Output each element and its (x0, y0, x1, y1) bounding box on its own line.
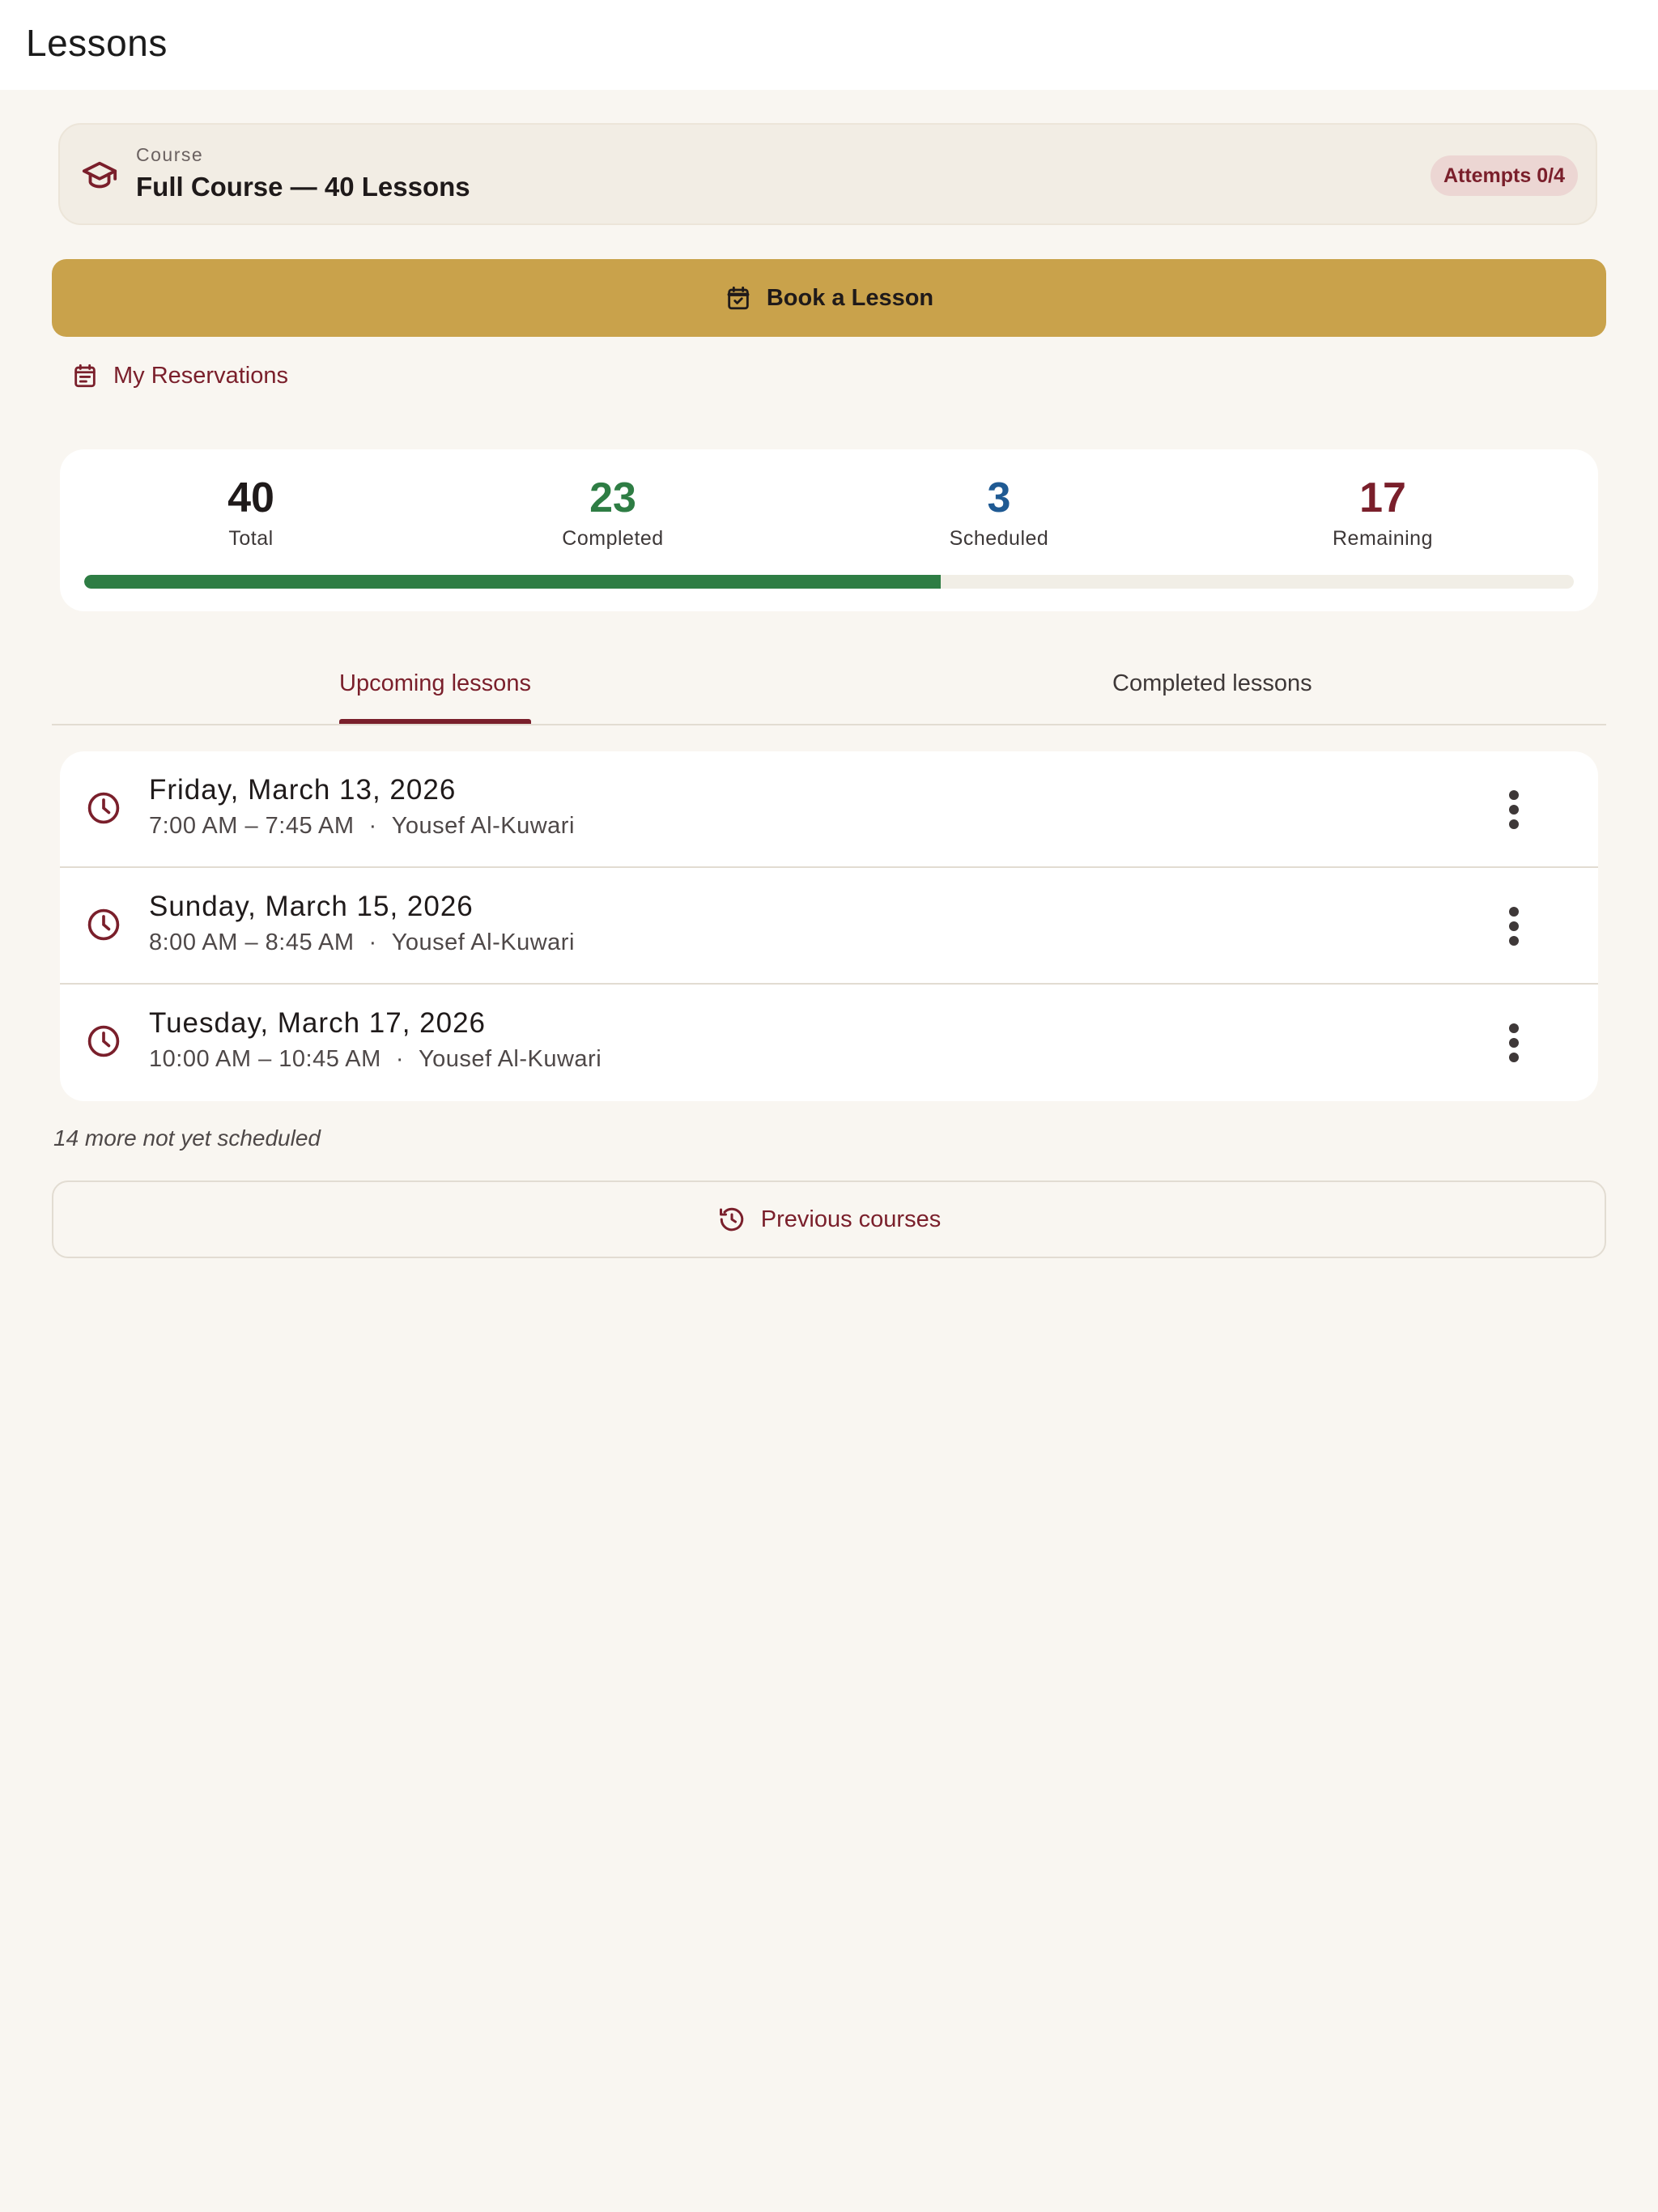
lesson-date: Tuesday, March 17, 2026 (149, 1007, 486, 1039)
stat-scheduled: 3 Scheduled (902, 474, 1096, 551)
stat-total: 40 Total (154, 474, 348, 551)
lesson-row[interactable]: Friday, March 13, 2026 7:00 AM – 7:45 AM… (60, 751, 1598, 868)
attempts-badge: Attempts 0/4 (1430, 155, 1578, 196)
top-app-bar: Lessons (0, 0, 1658, 90)
stat-remaining-value: 17 (1359, 474, 1406, 521)
lesson-time: 7:00 AM – 7:45 AM (149, 813, 355, 839)
more-options-icon[interactable] (1498, 904, 1530, 949)
stat-remaining-label: Remaining (1332, 527, 1433, 550)
stat-total-value: 40 (227, 474, 274, 521)
my-reservations-link[interactable]: My Reservations (71, 359, 288, 392)
progress-bar-fill (84, 575, 941, 589)
separator-dot: · (368, 929, 377, 955)
lesson-row[interactable]: Sunday, March 15, 2026 8:00 AM – 8:45 AM… (60, 868, 1598, 985)
course-label: Course (136, 144, 204, 165)
calendar-icon (74, 364, 96, 388)
lesson-meta: 10:00 AM – 10:45 AM · Yousef Al-Kuwari (149, 1046, 602, 1073)
stat-completed-value: 23 (589, 474, 636, 521)
lesson-instructor: Yousef Al-Kuwari (391, 813, 575, 839)
tab-upcoming-label: Upcoming lessons (339, 670, 531, 696)
lesson-date: Sunday, March 15, 2026 (149, 891, 474, 922)
tab-completed-lessons[interactable]: Completed lessons (1112, 657, 1312, 722)
stat-scheduled-value: 3 (987, 474, 1011, 521)
previous-courses-button[interactable]: Previous courses (52, 1180, 1606, 1258)
stat-completed: 23 Completed (516, 474, 710, 551)
progress-bar (84, 575, 1574, 589)
stat-remaining: 17 Remaining (1286, 474, 1480, 551)
clock-icon (87, 792, 120, 824)
tab-upcoming-lessons[interactable]: Upcoming lessons (339, 657, 531, 724)
calendar-check-icon (727, 286, 750, 310)
stat-completed-label: Completed (562, 527, 664, 550)
active-tab-indicator (339, 719, 531, 724)
tab-completed-label: Completed lessons (1112, 670, 1312, 696)
more-options-icon[interactable] (1498, 1020, 1530, 1066)
separator-dot: · (368, 813, 377, 839)
my-reservations-label: My Reservations (113, 362, 288, 389)
previous-courses-label: Previous courses (760, 1206, 942, 1232)
more-options-icon[interactable] (1498, 787, 1530, 832)
history-icon (719, 1207, 744, 1231)
not-scheduled-note: 14 more not yet scheduled (53, 1125, 321, 1151)
stat-scheduled-label: Scheduled (949, 527, 1049, 550)
upcoming-lessons-list: Friday, March 13, 2026 7:00 AM – 7:45 AM… (60, 751, 1598, 1101)
lesson-time: 8:00 AM – 8:45 AM (149, 929, 355, 955)
lesson-meta: 7:00 AM – 7:45 AM · Yousef Al-Kuwari (149, 813, 575, 840)
stats-card: 40 Total 23 Completed 3 Scheduled 17 Rem… (60, 449, 1598, 611)
clock-icon (87, 1025, 120, 1057)
page-title: Lessons (26, 22, 168, 64)
lesson-meta: 8:00 AM – 8:45 AM · Yousef Al-Kuwari (149, 929, 575, 956)
course-name: Full Course — 40 Lessons (136, 172, 470, 202)
graduation-cap-icon (82, 161, 117, 189)
lesson-row[interactable]: Tuesday, March 17, 2026 10:00 AM – 10:45… (60, 985, 1598, 1101)
book-lesson-label: Book a Lesson (766, 284, 934, 311)
lesson-instructor: Yousef Al-Kuwari (418, 1046, 602, 1072)
book-lesson-button[interactable]: Book a Lesson (52, 259, 1606, 337)
lesson-date: Friday, March 13, 2026 (149, 774, 457, 806)
lesson-time: 10:00 AM – 10:45 AM (149, 1046, 381, 1072)
separator-dot: · (395, 1046, 404, 1072)
lesson-tabs: Upcoming lessons Completed lessons (52, 657, 1606, 725)
lesson-instructor: Yousef Al-Kuwari (391, 929, 575, 955)
clock-icon (87, 908, 120, 941)
course-card: Course Full Course — 40 Lessons Attempts… (58, 123, 1597, 225)
stat-total-label: Total (228, 527, 274, 550)
